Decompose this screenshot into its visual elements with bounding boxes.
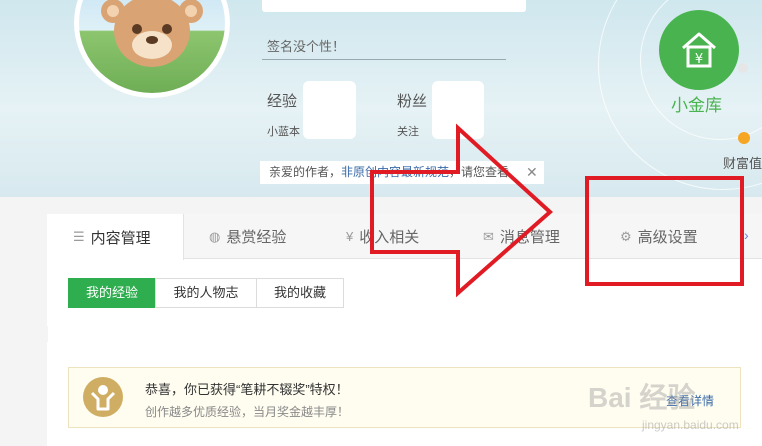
annotation-highlight-box bbox=[585, 176, 744, 286]
